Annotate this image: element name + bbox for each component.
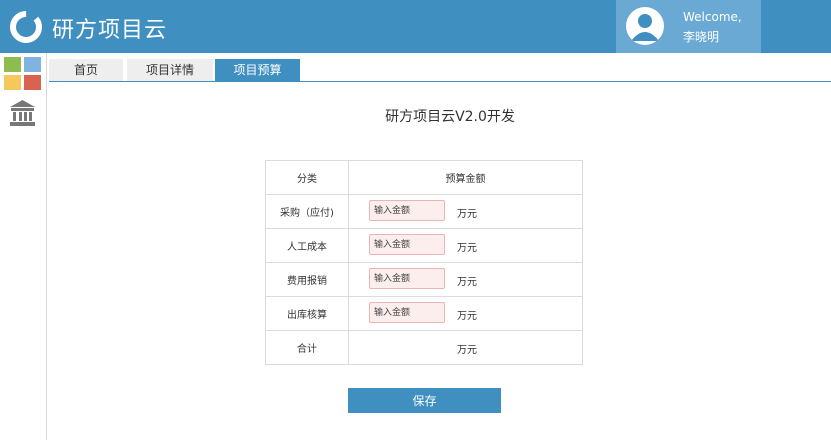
tile-yellow (4, 75, 21, 90)
tile-red (24, 75, 41, 90)
tab-project-budget[interactable]: 项目预算 (215, 59, 300, 81)
total-cell: 万元 (348, 330, 583, 365)
amount-cell: 万元 (348, 228, 583, 263)
amount-cell: 万元 (348, 296, 583, 331)
budget-table: 分类 预算金额 采购（应付) 万元 人工成本 万元 费用报销 万元 出库核算 万… (265, 160, 583, 365)
unit-label: 万元 (457, 209, 477, 220)
apps-grid-icon[interactable] (4, 57, 41, 90)
table-row: 出库核算 万元 (265, 296, 583, 331)
amount-input-expenses[interactable] (369, 268, 445, 289)
unit-label: 万元 (457, 277, 477, 288)
user-box[interactable]: Welcome, 李晓明 (616, 0, 761, 53)
amount-input-outbound[interactable] (369, 302, 445, 323)
logo-ring-icon (10, 11, 42, 43)
table-header-row: 分类 预算金额 (265, 160, 583, 195)
amount-input-procurement[interactable] (369, 200, 445, 221)
row-category: 费用报销 (265, 262, 349, 297)
amount-cell: 万元 (348, 262, 583, 297)
table-total-row: 合计 万元 (265, 330, 583, 365)
bank-icon[interactable] (9, 99, 36, 127)
header-amount: 预算金额 (348, 160, 583, 195)
amount-input-labor[interactable] (369, 234, 445, 255)
row-category: 出库核算 (265, 296, 349, 331)
avatar-icon[interactable] (626, 7, 664, 45)
tab-project-details[interactable]: 项目详情 (127, 59, 213, 81)
tab-underline (49, 81, 831, 82)
user-name: 李晓明 (683, 30, 720, 44)
save-button[interactable]: 保存 (348, 388, 501, 413)
row-category: 采购（应付) (265, 194, 349, 229)
page-title: 研方项目云V2.0开发 (385, 109, 515, 125)
tile-green (4, 57, 21, 72)
unit-label: 万元 (457, 243, 477, 254)
amount-cell: 万元 (348, 194, 583, 229)
table-row: 人工成本 万元 (265, 228, 583, 263)
table-row: 采购（应付) 万元 (265, 194, 583, 229)
app-title: 研方项目云 (52, 18, 168, 43)
tile-blue (24, 57, 41, 72)
table-row: 费用报销 万元 (265, 262, 583, 297)
top-bar: 研方项目云 Welcome, 李晓明 (0, 0, 831, 53)
header-category: 分类 (265, 160, 349, 195)
total-category: 合计 (265, 330, 349, 365)
unit-label: 万元 (457, 311, 477, 322)
row-category: 人工成本 (265, 228, 349, 263)
total-unit-label: 万元 (457, 345, 477, 356)
tab-home[interactable]: 首页 (49, 59, 123, 81)
sidebar (0, 53, 47, 440)
welcome-text: Welcome, (683, 10, 742, 24)
